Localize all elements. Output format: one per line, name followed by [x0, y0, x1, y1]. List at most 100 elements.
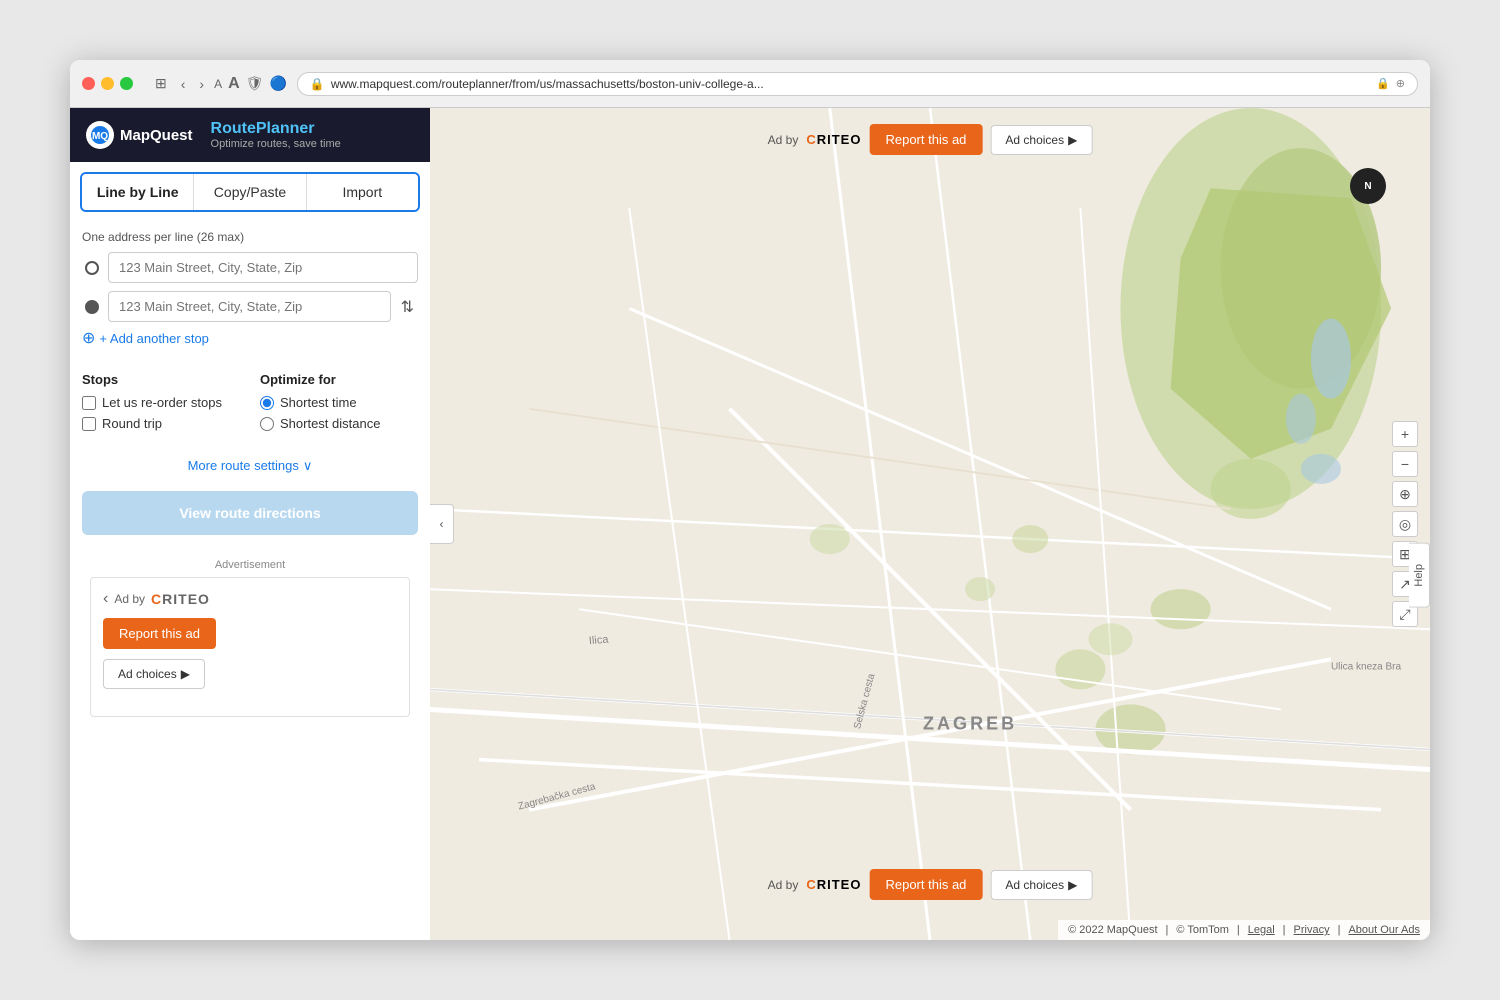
shortest-distance-radio[interactable]: [260, 417, 274, 431]
zoom-in-button[interactable]: +: [1392, 421, 1418, 447]
play-icon: ▶: [1068, 878, 1077, 892]
address-bar[interactable]: 🔒 www.mapquest.com/routeplanner/from/us/…: [297, 72, 1418, 96]
origin-input[interactable]: [108, 252, 418, 283]
chevron-down-icon: ∨: [303, 458, 313, 474]
minimize-button[interactable]: [101, 77, 114, 90]
my-location-button[interactable]: ◎: [1392, 511, 1418, 537]
optimize-title: Optimize for: [260, 372, 418, 387]
map-top-ad-choices-button[interactable]: Ad choices ▶: [990, 125, 1092, 155]
svg-text:MQ: MQ: [92, 131, 108, 142]
destination-icon: [82, 297, 102, 317]
privacy-link[interactable]: Privacy: [1294, 924, 1330, 936]
svg-text:Ilica: Ilica: [588, 634, 609, 648]
map-bottom-ad-choices-button[interactable]: Ad choices ▶: [990, 870, 1092, 900]
security-icon: 🔒: [1376, 77, 1390, 90]
font-large-label: A: [228, 75, 240, 93]
optimize-column: Optimize for Shortest time Shortest dist…: [260, 372, 418, 437]
legal-link[interactable]: Legal: [1248, 924, 1275, 936]
browser-window: ⊞ ‹ › A A 🛡 🔵 🔒 www.mapquest.com/routepl…: [70, 60, 1430, 940]
main-content: MQ MapQuest RoutePlanner Optimize routes…: [70, 108, 1430, 940]
sidebar-ad-content: ‹ Ad by CRITEO Report this ad Ad choices…: [90, 577, 410, 717]
forward-button[interactable]: ›: [195, 74, 208, 94]
extension-icon: 🔵: [269, 75, 286, 92]
shortest-time-radio[interactable]: [260, 396, 274, 410]
sidebar-ad-choices-button[interactable]: Ad choices ▶: [103, 659, 205, 689]
sidebar-toggle-button[interactable]: ⊞: [151, 73, 171, 94]
ad-label: Advertisement: [90, 559, 410, 571]
share-icon: ⊕: [1396, 77, 1405, 90]
back-button[interactable]: ‹: [177, 74, 190, 94]
sidebar: MQ MapQuest RoutePlanner Optimize routes…: [70, 108, 430, 940]
compass: N: [1350, 168, 1386, 204]
mapquest-icon: MQ: [86, 121, 114, 149]
collapse-sidebar-button[interactable]: ‹: [430, 504, 454, 544]
more-settings-section: More route settings ∨: [70, 449, 430, 483]
tab-copy-paste[interactable]: Copy/Paste: [194, 174, 306, 210]
route-planner-subtitle: Optimize routes, save time: [211, 138, 341, 150]
map-area[interactable]: ZAGREB Ilica Selska cesta Ulica kneza Br…: [430, 108, 1430, 940]
map-rotate-button[interactable]: ⊕: [1392, 481, 1418, 507]
input-tabs: Line by Line Copy/Paste Import: [80, 172, 420, 212]
options-section: Stops Let us re-order stops Round trip O…: [70, 360, 430, 449]
add-stop-button[interactable]: ⊕ + Add another stop: [82, 324, 209, 352]
shortest-distance-option[interactable]: Shortest distance: [260, 416, 418, 431]
close-button[interactable]: [82, 77, 95, 90]
mapquest-brand: MapQuest: [120, 127, 193, 144]
svg-text:ZAGREB: ZAGREB: [923, 713, 1017, 733]
zoom-out-button[interactable]: −: [1392, 451, 1418, 477]
collapse-icon: ‹: [440, 517, 444, 531]
map-footer: © 2022 MapQuest | © TomTom | Legal | Pri…: [1058, 920, 1430, 940]
map-top-ad-by-label: Ad by: [768, 133, 799, 147]
browser-chrome: ⊞ ‹ › A A 🛡 🔵 🔒 www.mapquest.com/routepl…: [70, 60, 1430, 108]
sidebar-ad-section: Advertisement ‹ Ad by CRITEO Report this…: [82, 551, 418, 725]
map-top-criteo-logo: CRITEO: [806, 132, 861, 147]
stops-column: Stops Let us re-order stops Round trip: [82, 372, 240, 437]
swap-button[interactable]: ⇅: [397, 293, 418, 321]
origin-dot: [85, 261, 99, 275]
route-planner-title: RoutePlanner: [211, 120, 341, 138]
shield-icon: 🛡: [246, 75, 264, 92]
tab-line-by-line[interactable]: Line by Line: [82, 174, 194, 210]
map-bottom-criteo-logo: CRITEO: [806, 877, 861, 892]
round-trip-option[interactable]: Round trip: [82, 416, 240, 431]
reorder-stops-checkbox[interactable]: [82, 396, 96, 410]
map-bottom-report-ad-button[interactable]: Report this ad: [869, 869, 982, 900]
about-ads-link[interactable]: About Our Ads: [1348, 924, 1420, 936]
lock-icon: 🔒: [310, 77, 325, 91]
mapquest-logo: MQ MapQuest: [86, 121, 193, 149]
destination-input[interactable]: [108, 291, 391, 322]
reorder-stops-option[interactable]: Let us re-order stops: [82, 395, 240, 410]
plus-icon: ⊕: [82, 328, 95, 348]
ad-prev-button[interactable]: ‹: [103, 590, 108, 608]
sidebar-ad-by-row: Ad by CRITEO: [114, 591, 210, 607]
destination-dot: [85, 300, 99, 314]
sidebar-header: MQ MapQuest RoutePlanner Optimize routes…: [70, 108, 430, 162]
address-hint: One address per line (26 max): [82, 230, 418, 244]
help-tab[interactable]: Help: [1409, 543, 1430, 608]
map-svg: ZAGREB Ilica Selska cesta Ulica kneza Br…: [430, 108, 1430, 940]
view-directions-button[interactable]: View route directions: [82, 491, 418, 535]
font-small-label: A: [214, 77, 222, 91]
stops-title: Stops: [82, 372, 240, 387]
play-icon: ▶: [1068, 133, 1077, 147]
maximize-button[interactable]: [120, 77, 133, 90]
round-trip-checkbox[interactable]: [82, 417, 96, 431]
traffic-lights: [82, 77, 133, 90]
tab-import[interactable]: Import: [307, 174, 418, 210]
more-settings-link[interactable]: More route settings ∨: [188, 458, 313, 474]
map-top-ad: Ad by CRITEO Report this ad Ad choices ▶: [768, 124, 1093, 155]
url-text: www.mapquest.com/routeplanner/from/us/ma…: [331, 77, 1370, 91]
destination-row: [82, 291, 391, 322]
sidebar-report-ad-button[interactable]: Report this ad: [103, 618, 216, 649]
map-top-report-ad-button[interactable]: Report this ad: [869, 124, 982, 155]
browser-controls: ⊞ ‹ › A A 🛡 🔵: [151, 73, 287, 94]
origin-row: [82, 252, 418, 283]
sidebar-criteo-logo: CRITEO: [151, 591, 210, 607]
play-icon: ▶: [181, 667, 190, 681]
address-section: One address per line (26 max): [70, 222, 430, 360]
origin-icon: [82, 258, 102, 278]
route-planner-branding: RoutePlanner Optimize routes, save time: [211, 120, 341, 150]
map-bottom-ad-by-label: Ad by: [768, 878, 799, 892]
shortest-time-option[interactable]: Shortest time: [260, 395, 418, 410]
svg-text:Ulica kneza Bra: Ulica kneza Bra: [1331, 661, 1402, 672]
